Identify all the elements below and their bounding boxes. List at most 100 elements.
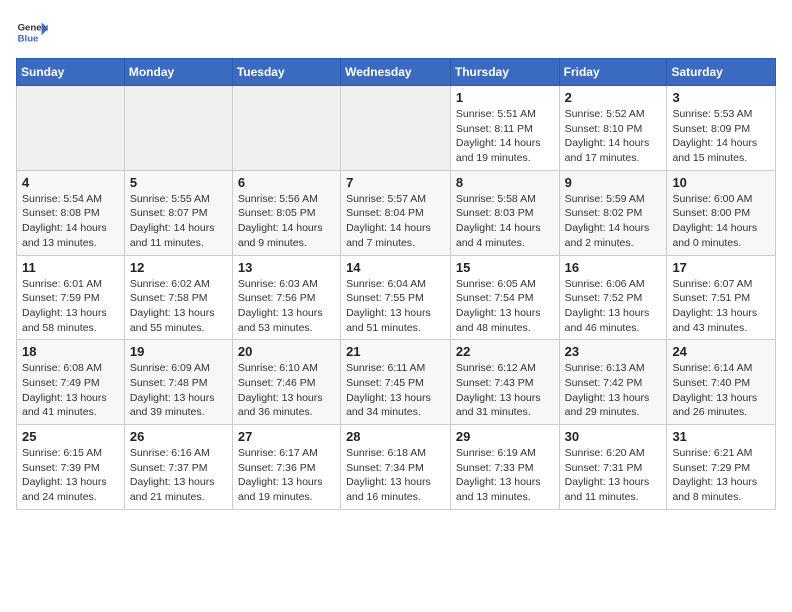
day-number: 31 [672,429,770,444]
day-info: Sunrise: 6:05 AM Sunset: 7:54 PM Dayligh… [456,277,554,336]
day-number: 12 [130,260,227,275]
day-info: Sunrise: 6:07 AM Sunset: 7:51 PM Dayligh… [672,277,770,336]
day-info: Sunrise: 5:51 AM Sunset: 8:11 PM Dayligh… [456,107,554,166]
day-number: 20 [238,344,335,359]
day-number: 15 [456,260,554,275]
calendar-cell [341,86,451,171]
calendar-cell [232,86,340,171]
calendar-cell: 20 Sunrise: 6:10 AM Sunset: 7:46 PM Dayli… [232,340,340,425]
calendar-cell [124,86,232,171]
weekday-header: Friday [559,59,667,86]
day-info: Sunrise: 6:16 AM Sunset: 7:37 PM Dayligh… [130,446,227,505]
day-number: 30 [565,429,662,444]
day-number: 11 [22,260,119,275]
day-number: 14 [346,260,445,275]
day-number: 16 [565,260,662,275]
calendar-header: SundayMondayTuesdayWednesdayThursdayFrid… [17,59,776,86]
calendar-cell: 12 Sunrise: 6:02 AM Sunset: 7:58 PM Dayli… [124,255,232,340]
calendar-cell: 7Sunrise: 5:57 AM Sunset: 8:04 PM Daylig… [341,170,451,255]
day-number: 3 [672,90,770,105]
calendar-cell: 13 Sunrise: 6:03 AM Sunset: 7:56 PM Dayli… [232,255,340,340]
day-info: Sunrise: 6:11 AM Sunset: 7:45 PM Dayligh… [346,361,445,420]
calendar-cell: 2 Sunrise: 5:52 AM Sunset: 8:10 PM Daylig… [559,86,667,171]
day-number: 17 [672,260,770,275]
calendar-cell: 24 Sunrise: 6:14 AM Sunset: 7:40 PM Dayli… [667,340,776,425]
day-number: 24 [672,344,770,359]
day-info: Sunrise: 6:10 AM Sunset: 7:46 PM Dayligh… [238,361,335,420]
day-info: Sunrise: 5:56 AM Sunset: 8:05 PM Dayligh… [238,192,335,251]
calendar-cell: 15 Sunrise: 6:05 AM Sunset: 7:54 PM Dayli… [450,255,559,340]
day-info: Sunrise: 6:18 AM Sunset: 7:34 PM Dayligh… [346,446,445,505]
calendar-cell: 17 Sunrise: 6:07 AM Sunset: 7:51 PM Dayli… [667,255,776,340]
day-number: 9 [565,175,662,190]
day-info: Sunrise: 5:59 AM Sunset: 8:02 PM Dayligh… [565,192,662,251]
day-info: Sunrise: 5:55 AM Sunset: 8:07 PM Dayligh… [130,192,227,251]
calendar-cell: 19Sunrise: 6:09 AM Sunset: 7:48 PM Dayli… [124,340,232,425]
calendar-cell: 18 Sunrise: 6:08 AM Sunset: 7:49 PM Dayli… [17,340,125,425]
day-number: 28 [346,429,445,444]
calendar-table: SundayMondayTuesdayWednesdayThursdayFrid… [16,58,776,510]
day-info: Sunrise: 6:09 AM Sunset: 7:48 PM Dayligh… [130,361,227,420]
day-number: 25 [22,429,119,444]
calendar-cell: 11 Sunrise: 6:01 AM Sunset: 7:59 PM Dayli… [17,255,125,340]
day-number: 13 [238,260,335,275]
calendar-cell: 27 Sunrise: 6:17 AM Sunset: 7:36 PM Dayli… [232,425,340,510]
calendar-week-row: 11 Sunrise: 6:01 AM Sunset: 7:59 PM Dayli… [17,255,776,340]
calendar-cell: 9 Sunrise: 5:59 AM Sunset: 8:02 PM Daylig… [559,170,667,255]
calendar-cell: 23Sunrise: 6:13 AM Sunset: 7:42 PM Dayli… [559,340,667,425]
page-header: General Blue [16,16,776,48]
day-info: Sunrise: 6:06 AM Sunset: 7:52 PM Dayligh… [565,277,662,336]
calendar-cell: 1 Sunrise: 5:51 AM Sunset: 8:11 PM Daylig… [450,86,559,171]
day-number: 4 [22,175,119,190]
weekday-header: Monday [124,59,232,86]
day-info: Sunrise: 6:14 AM Sunset: 7:40 PM Dayligh… [672,361,770,420]
day-info: Sunrise: 6:19 AM Sunset: 7:33 PM Dayligh… [456,446,554,505]
calendar-cell: 28 Sunrise: 6:18 AM Sunset: 7:34 PM Dayli… [341,425,451,510]
day-info: Sunrise: 6:00 AM Sunset: 8:00 PM Dayligh… [672,192,770,251]
day-info: Sunrise: 5:53 AM Sunset: 8:09 PM Dayligh… [672,107,770,166]
weekday-header: Thursday [450,59,559,86]
day-info: Sunrise: 6:13 AM Sunset: 7:42 PM Dayligh… [565,361,662,420]
calendar-cell: 14Sunrise: 6:04 AM Sunset: 7:55 PM Dayli… [341,255,451,340]
day-number: 29 [456,429,554,444]
calendar-cell: 22 Sunrise: 6:12 AM Sunset: 7:43 PM Dayli… [450,340,559,425]
calendar-week-row: 1 Sunrise: 5:51 AM Sunset: 8:11 PM Daylig… [17,86,776,171]
day-info: Sunrise: 6:01 AM Sunset: 7:59 PM Dayligh… [22,277,119,336]
day-number: 22 [456,344,554,359]
calendar-week-row: 4 Sunrise: 5:54 AM Sunset: 8:08 PM Daylig… [17,170,776,255]
day-info: Sunrise: 6:03 AM Sunset: 7:56 PM Dayligh… [238,277,335,336]
day-info: Sunrise: 6:20 AM Sunset: 7:31 PM Dayligh… [565,446,662,505]
day-info: Sunrise: 6:08 AM Sunset: 7:49 PM Dayligh… [22,361,119,420]
day-info: Sunrise: 6:17 AM Sunset: 7:36 PM Dayligh… [238,446,335,505]
day-number: 1 [456,90,554,105]
day-number: 2 [565,90,662,105]
day-number: 27 [238,429,335,444]
day-info: Sunrise: 5:54 AM Sunset: 8:08 PM Dayligh… [22,192,119,251]
day-info: Sunrise: 6:21 AM Sunset: 7:29 PM Dayligh… [672,446,770,505]
calendar-cell: 8 Sunrise: 5:58 AM Sunset: 8:03 PM Daylig… [450,170,559,255]
day-info: Sunrise: 6:02 AM Sunset: 7:58 PM Dayligh… [130,277,227,336]
calendar-cell: 26 Sunrise: 6:16 AM Sunset: 7:37 PM Dayli… [124,425,232,510]
calendar-cell: 30 Sunrise: 6:20 AM Sunset: 7:31 PM Dayli… [559,425,667,510]
day-info: Sunrise: 5:52 AM Sunset: 8:10 PM Dayligh… [565,107,662,166]
logo-icon: General Blue [16,16,48,48]
calendar-cell: 5 Sunrise: 5:55 AM Sunset: 8:07 PM Daylig… [124,170,232,255]
day-number: 5 [130,175,227,190]
day-info: Sunrise: 6:15 AM Sunset: 7:39 PM Dayligh… [22,446,119,505]
day-number: 21 [346,344,445,359]
weekday-header-row: SundayMondayTuesdayWednesdayThursdayFrid… [17,59,776,86]
calendar-week-row: 25 Sunrise: 6:15 AM Sunset: 7:39 PM Dayli… [17,425,776,510]
day-info: Sunrise: 5:57 AM Sunset: 8:04 PM Dayligh… [346,192,445,251]
calendar-cell: 4 Sunrise: 5:54 AM Sunset: 8:08 PM Daylig… [17,170,125,255]
day-number: 10 [672,175,770,190]
calendar-cell: 25 Sunrise: 6:15 AM Sunset: 7:39 PM Dayli… [17,425,125,510]
calendar-cell: 3 Sunrise: 5:53 AM Sunset: 8:09 PM Daylig… [667,86,776,171]
weekday-header: Saturday [667,59,776,86]
day-info: Sunrise: 5:58 AM Sunset: 8:03 PM Dayligh… [456,192,554,251]
day-info: Sunrise: 6:12 AM Sunset: 7:43 PM Dayligh… [456,361,554,420]
svg-text:Blue: Blue [18,34,39,45]
day-number: 8 [456,175,554,190]
day-number: 26 [130,429,227,444]
day-number: 18 [22,344,119,359]
calendar-cell: 10 Sunrise: 6:00 AM Sunset: 8:00 PM Dayli… [667,170,776,255]
